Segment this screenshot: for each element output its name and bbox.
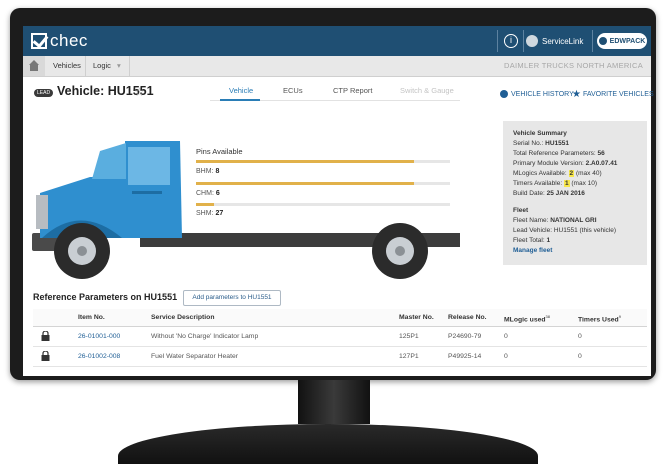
lock-icon (41, 351, 50, 361)
col-mlogic-used[interactable]: MLogic used38 (504, 314, 550, 323)
pin-bar-track (196, 203, 450, 206)
col-item-no[interactable]: Item No. (78, 314, 105, 321)
timers-used: 0 (578, 353, 582, 360)
fleet-heading: Fleet (513, 207, 529, 214)
monitor-stand-neck (298, 380, 370, 424)
nav-divider (85, 56, 86, 76)
mlogic-used: 0 (504, 353, 508, 360)
tab-active-indicator (220, 99, 260, 101)
fleet-name: Fleet Name: NATIONAL GRI (513, 217, 597, 224)
summary-module-version: Primary Module Version: 2.A0.07.41 (513, 160, 618, 167)
summary-timers: Timers Available: 1 (max 10) (513, 180, 598, 187)
tab-vehicle[interactable]: Vehicle (229, 86, 253, 95)
truck-windshield (92, 143, 126, 179)
nav-vehicles[interactable]: Vehicles (53, 56, 81, 76)
pins-available-title: Pins Available (196, 147, 243, 156)
release-no: P49925-14 (448, 353, 482, 360)
checkmark-logo-icon (31, 33, 47, 49)
col-master-no[interactable]: Master No. (399, 314, 434, 321)
nav-divider (129, 56, 130, 76)
pin-label-bhm: BHM: 8 (196, 168, 220, 175)
summary-build-date: Build Date: 25 JAN 2016 (513, 190, 585, 197)
add-parameters-button[interactable]: Add parameters to HU1551 (183, 290, 281, 306)
master-no: 125P1 (399, 333, 419, 340)
topbar-divider (523, 30, 524, 52)
rear-hub (395, 246, 405, 256)
tab-switch-gauge: Switch & Gauge (400, 86, 454, 95)
service-description: Without 'No Charge' Indicator Lamp (151, 333, 259, 340)
home-icon[interactable] (23, 56, 45, 76)
item-no-link[interactable]: 26-01002-008 (78, 353, 120, 360)
servicelink-label: ServiceLink (542, 36, 584, 46)
lead-badge: LEAD (34, 89, 54, 97)
logo-text: chec (50, 31, 88, 50)
col-release-no[interactable]: Release No. (448, 314, 487, 321)
monitor-stand-base (118, 424, 538, 464)
tab-ecus[interactable]: ECUs (283, 86, 303, 95)
summary-mlogics: MLogics Available: 2 (max 40) (513, 170, 602, 177)
pin-label-shm: SHM: 27 (196, 210, 224, 217)
star-icon: ★ (572, 89, 581, 100)
master-no: 127P1 (399, 353, 419, 360)
front-hub (77, 246, 87, 256)
pin-bar-chm (196, 182, 414, 185)
reference-params-title: Reference Parameters on HU1551 (33, 292, 178, 302)
release-no: P24690-79 (448, 333, 482, 340)
lock-icon (41, 331, 50, 341)
summary-total-params: Total Reference Parameters: 56 (513, 150, 605, 157)
favorite-star-icon[interactable]: ☆ (134, 85, 145, 99)
mlogic-used: 0 (504, 333, 508, 340)
top-bar: chec i ServiceLink EDWPACK (23, 26, 651, 56)
app-logo[interactable]: chec (31, 30, 88, 52)
table-header: Item No. Service Description Master No. … (33, 309, 647, 327)
servicelink-button[interactable]: ServiceLink (526, 32, 583, 50)
col-description[interactable]: Service Description (151, 314, 214, 321)
topbar-divider (592, 30, 593, 52)
brand-name: DAIMLER TRUCKS NORTH AMERICA (504, 61, 643, 70)
summary-heading: Vehicle Summary (513, 130, 567, 137)
topbar-divider (497, 30, 498, 52)
table-row[interactable]: 26-01002-008 Fuel Water Separator Heater… (33, 347, 647, 367)
user-icon (598, 37, 607, 45)
fleet-total: Fleet Total: 1 (513, 237, 551, 244)
clock-icon (500, 90, 508, 98)
pin-bar-shm (196, 203, 214, 206)
table-row[interactable]: 26-01001-000 Without 'No Charge' Indicat… (33, 327, 647, 347)
nav-logic[interactable]: Logic (93, 56, 111, 76)
favorite-vehicles-link[interactable]: ★ FAVORITE VEHICLES (572, 89, 654, 100)
summary-serial: Serial No.: HU1551 (513, 140, 570, 147)
pin-label-chm: CHM: 6 (196, 190, 220, 197)
tab-ctp-report[interactable]: CTP Report (333, 86, 372, 95)
fleet-lead-vehicle: Lead Vehicle: HU1551 (this vehicle) (513, 227, 616, 234)
pin-bar-bhm (196, 160, 414, 163)
info-icon[interactable]: i (504, 34, 518, 48)
user-menu-button[interactable]: EDWPACK (597, 33, 647, 49)
user-label: EDWPACK (609, 37, 646, 45)
door-handle (132, 191, 162, 194)
manage-fleet-link[interactable]: Manage fleet (513, 247, 552, 254)
col-timers-used[interactable]: Timers Used9 (578, 314, 621, 323)
timers-used: 0 (578, 333, 582, 340)
truck-illustration (32, 141, 460, 279)
item-no-link[interactable]: 26-01001-000 (78, 333, 120, 340)
truck-grille (36, 195, 48, 229)
favorite-vehicles-label: FAVORITE VEHICLES (582, 91, 654, 98)
truck-window (128, 147, 170, 185)
nav-bar: Vehicles Logic ▾ DAIMLER TRUCKS NORTH AM… (23, 56, 651, 77)
servicelink-icon (526, 35, 538, 47)
chevron-down-icon[interactable]: ▾ (117, 56, 121, 76)
service-description: Fuel Water Separator Heater (151, 353, 239, 360)
vehicle-history-link[interactable]: VEHICLE HISTORY (500, 90, 574, 98)
vehicle-history-label: VEHICLE HISTORY (511, 90, 574, 98)
